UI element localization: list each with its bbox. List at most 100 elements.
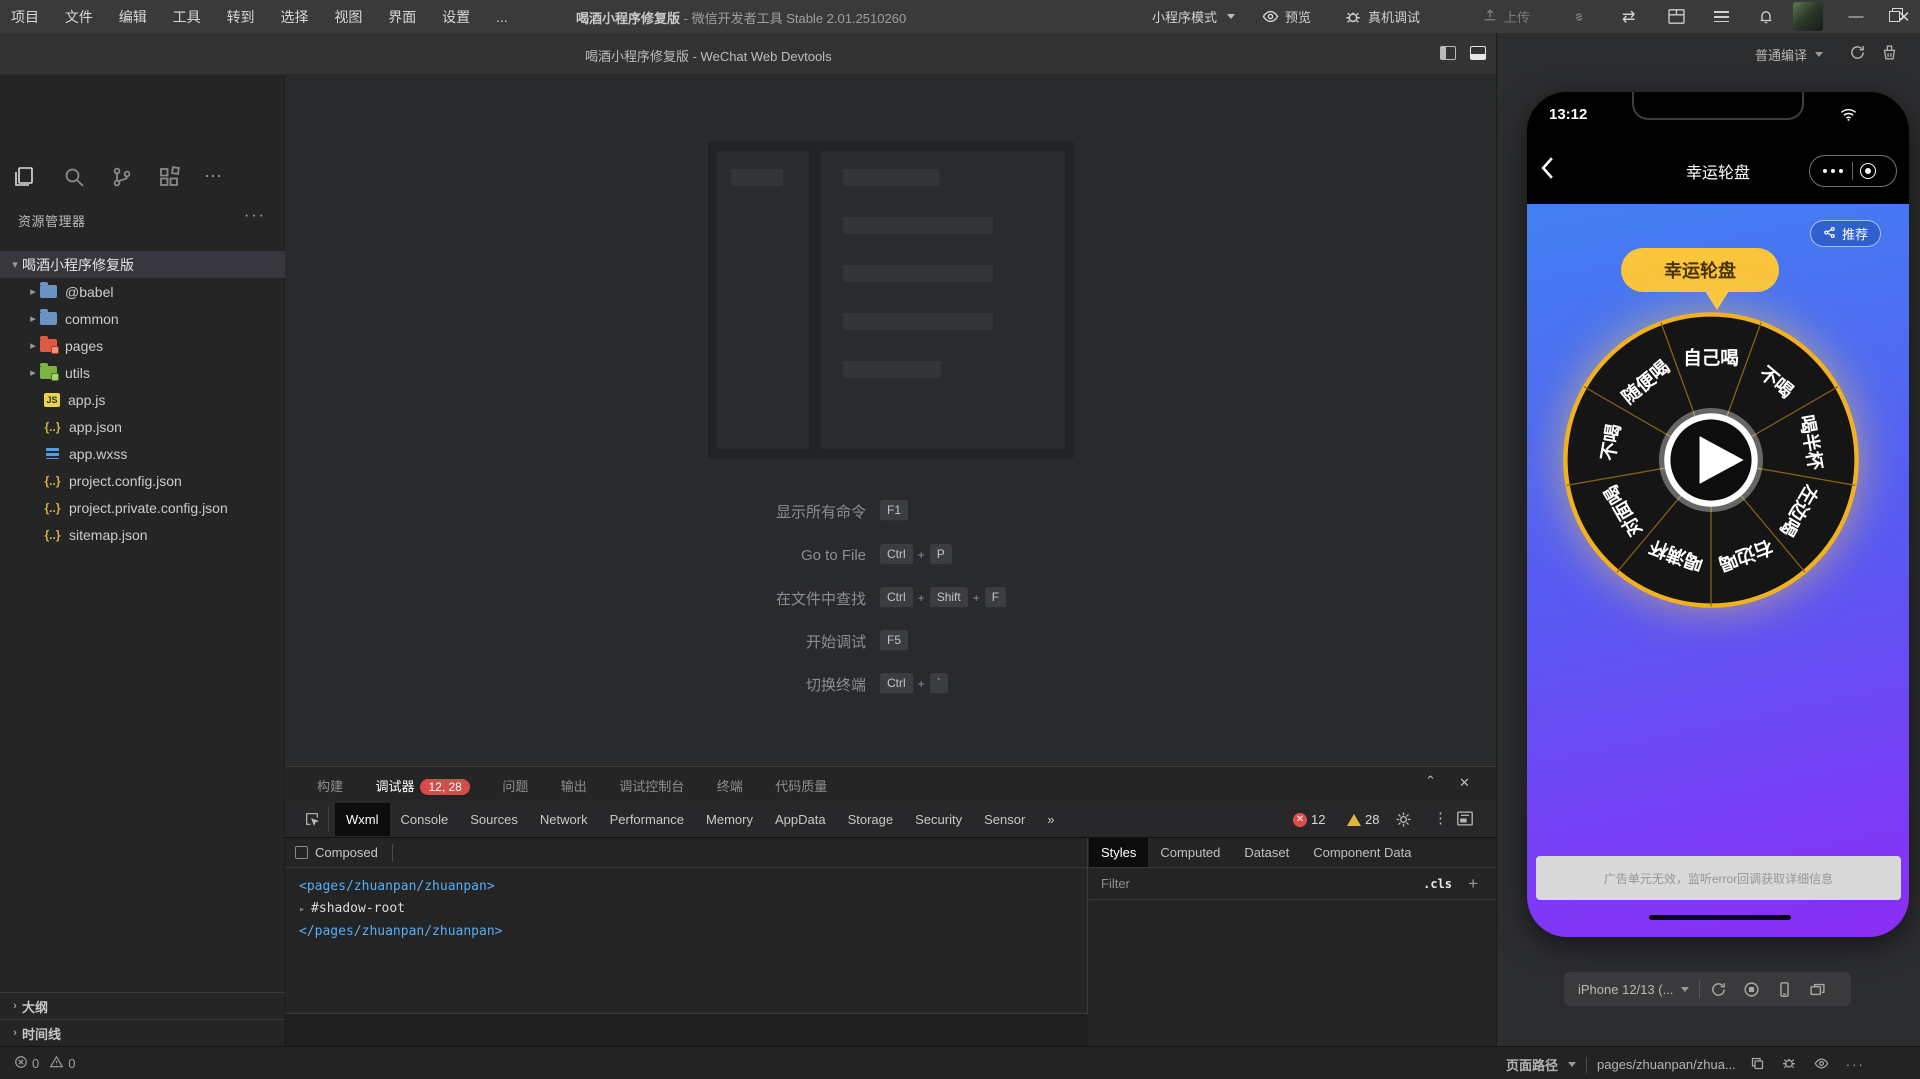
tab-build[interactable]: 构建 <box>317 767 343 802</box>
compile-mode-selector[interactable]: 普通编译 <box>1755 45 1823 64</box>
tab-styles[interactable]: Styles <box>1089 838 1148 867</box>
more-actions-icon[interactable]: ··· <box>204 165 230 191</box>
minimize-button[interactable]: — <box>1836 0 1876 33</box>
menu-more[interactable]: ... <box>485 2 519 32</box>
explorer-icon[interactable] <box>12 165 38 191</box>
user-avatar[interactable] <box>1793 2 1823 31</box>
collapse-panel-icon[interactable]: ⌃ <box>1425 773 1436 789</box>
tab-component-data[interactable]: Component Data <box>1301 838 1423 867</box>
device-selector[interactable]: iPhone 12/13 (... <box>1578 982 1673 997</box>
capsule-button[interactable] <box>1809 155 1897 187</box>
debug-page-icon[interactable] <box>1781 1055 1797 1074</box>
devtools-more-menu-icon[interactable]: ⋮ <box>1433 809 1449 827</box>
devtools-settings-gear-icon[interactable] <box>1395 811 1412 833</box>
cls-toggle-button[interactable]: .cls <box>1423 877 1452 891</box>
composed-checkbox[interactable] <box>295 846 308 859</box>
menu-goto[interactable]: 转到 <box>216 0 266 34</box>
expand-arrow-icon[interactable]: ▸ <box>299 904 311 915</box>
layout-icon[interactable] <box>1668 0 1685 33</box>
capsule-more-icon[interactable] <box>1821 169 1845 173</box>
menu-tools[interactable]: 工具 <box>162 0 212 34</box>
styles-filter-input[interactable]: Filter <box>1101 876 1130 891</box>
clear-cache-icon[interactable] <box>1881 44 1898 66</box>
extensions-icon[interactable] <box>157 165 183 191</box>
remote-debug-button[interactable]: 真机调试 <box>1344 0 1420 33</box>
menu-view[interactable]: 视图 <box>323 0 373 34</box>
menu-interface[interactable]: 界面 <box>377 0 427 34</box>
tab-appdata[interactable]: AppData <box>764 803 837 836</box>
tab-console[interactable]: Console <box>390 803 460 836</box>
tab-debugger[interactable]: 调试器12, 28 <box>375 767 469 803</box>
tab-network[interactable]: Network <box>529 803 599 836</box>
tab-security[interactable]: Security <box>904 803 973 836</box>
wxml-close-tag[interactable]: </pages/zhuanpan/zhuanpan> <box>299 921 1087 943</box>
tree-file-project-config[interactable]: {..} project.config.json <box>0 467 285 494</box>
tab-sensor[interactable]: Sensor <box>973 803 1036 836</box>
tree-folder-utils[interactable]: ▸ utils <box>0 359 285 386</box>
wxml-shadow-root[interactable]: ▸ #shadow-root <box>299 898 1087 921</box>
menu-edit[interactable]: 编辑 <box>108 0 158 34</box>
status-more-icon[interactable]: ··· <box>1846 1057 1865 1072</box>
tab-storage[interactable]: Storage <box>837 803 905 836</box>
copy-path-icon[interactable] <box>1750 1056 1765 1074</box>
phone-frame-icon[interactable] <box>1776 981 1793 998</box>
bell-icon[interactable] <box>1758 0 1774 33</box>
hamburger-menu-icon[interactable] <box>1714 0 1729 33</box>
new-style-rule-button[interactable]: + <box>1468 874 1478 894</box>
tab-terminal[interactable]: 终端 <box>717 767 743 802</box>
console-error-count[interactable]: ✕ 12 <box>1293 812 1325 827</box>
toggle-left-panel-icon[interactable] <box>1440 46 1456 65</box>
tree-file-app-json[interactable]: {..} app.json <box>0 413 285 440</box>
tab-performance[interactable]: Performance <box>599 803 695 836</box>
page-path-label[interactable]: 页面路径 <box>1506 1055 1558 1074</box>
upload-button[interactable]: 上传 <box>1482 0 1530 33</box>
multi-window-icon[interactable] <box>1809 981 1826 998</box>
tab-computed[interactable]: Computed <box>1148 838 1232 867</box>
visibility-icon[interactable] <box>1813 1056 1830 1074</box>
source-control-icon[interactable] <box>110 165 136 191</box>
tree-file-project-private-config[interactable]: {..} project.private.config.json <box>0 494 285 521</box>
problems-counter[interactable]: 0 0 <box>14 1055 75 1072</box>
stop-icon[interactable] <box>1743 981 1760 998</box>
menu-settings[interactable]: 设置 <box>431 0 481 34</box>
tab-memory[interactable]: Memory <box>695 803 764 836</box>
tab-sources[interactable]: Sources <box>459 803 529 836</box>
tree-file-sitemap[interactable]: {..} sitemap.json <box>0 521 285 548</box>
swap-arrows-icon[interactable]: ⇄ <box>1622 0 1635 33</box>
tree-folder-babel[interactable]: ▸ @babel <box>0 278 285 305</box>
tree-folder-pages[interactable]: ▸ pages <box>0 332 285 359</box>
menu-select[interactable]: 选择 <box>269 0 319 34</box>
wxml-open-tag[interactable]: <pages/zhuanpan/zhuanpan> <box>299 876 1087 898</box>
close-button[interactable]: ✕ <box>1888 0 1920 33</box>
search-icon[interactable] <box>62 165 88 191</box>
tree-root-project[interactable]: ▾ 喝酒小程序修复版 <box>0 251 285 278</box>
capsule-exit-icon[interactable] <box>1860 163 1876 179</box>
lucky-wheel[interactable]: 自己喝 不喝 喝半杯 左边喝 右边喝 喝满杯 对面喝 不喝 随便喝 <box>1561 310 1861 610</box>
menu-file[interactable]: 文件 <box>54 0 104 34</box>
outline-section[interactable]: › 大纲 <box>0 992 285 1019</box>
tab-code-quality[interactable]: 代码质量 <box>775 767 827 802</box>
explorer-more-icon[interactable]: ··· <box>244 207 266 225</box>
tab-wxml[interactable]: Wxml <box>335 803 390 836</box>
tree-file-app-js[interactable]: JS app.js <box>0 386 285 413</box>
toggle-bottom-panel-icon[interactable] <box>1470 46 1486 65</box>
dock-side-icon[interactable] <box>1457 811 1473 831</box>
tab-problems[interactable]: 问题 <box>502 767 528 802</box>
link-icon[interactable] <box>1570 0 1588 33</box>
tab-dataset[interactable]: Dataset <box>1232 838 1301 867</box>
timeline-section[interactable]: › 时间线 <box>0 1019 285 1046</box>
miniprogram-mode-button[interactable]: 小程序模式 <box>1152 0 1235 33</box>
page-path-value[interactable]: pages/zhuanpan/zhua... <box>1597 1057 1736 1072</box>
inspect-element-icon[interactable] <box>295 806 329 832</box>
recommend-button[interactable]: 推荐 <box>1810 220 1881 247</box>
tree-file-app-wxss[interactable]: app.wxss <box>0 440 285 467</box>
more-tabs-icon[interactable]: » <box>1036 803 1065 836</box>
console-warning-count[interactable]: 28 <box>1347 812 1379 827</box>
close-panel-icon[interactable]: ✕ <box>1459 775 1470 791</box>
tree-folder-common[interactable]: ▸ common <box>0 305 285 332</box>
menu-project[interactable]: 项目 <box>0 0 50 34</box>
rotate-device-icon[interactable] <box>1710 981 1727 998</box>
refresh-icon[interactable] <box>1849 44 1866 66</box>
preview-button[interactable]: 预览 <box>1262 0 1311 33</box>
tab-output[interactable]: 输出 <box>561 767 587 802</box>
